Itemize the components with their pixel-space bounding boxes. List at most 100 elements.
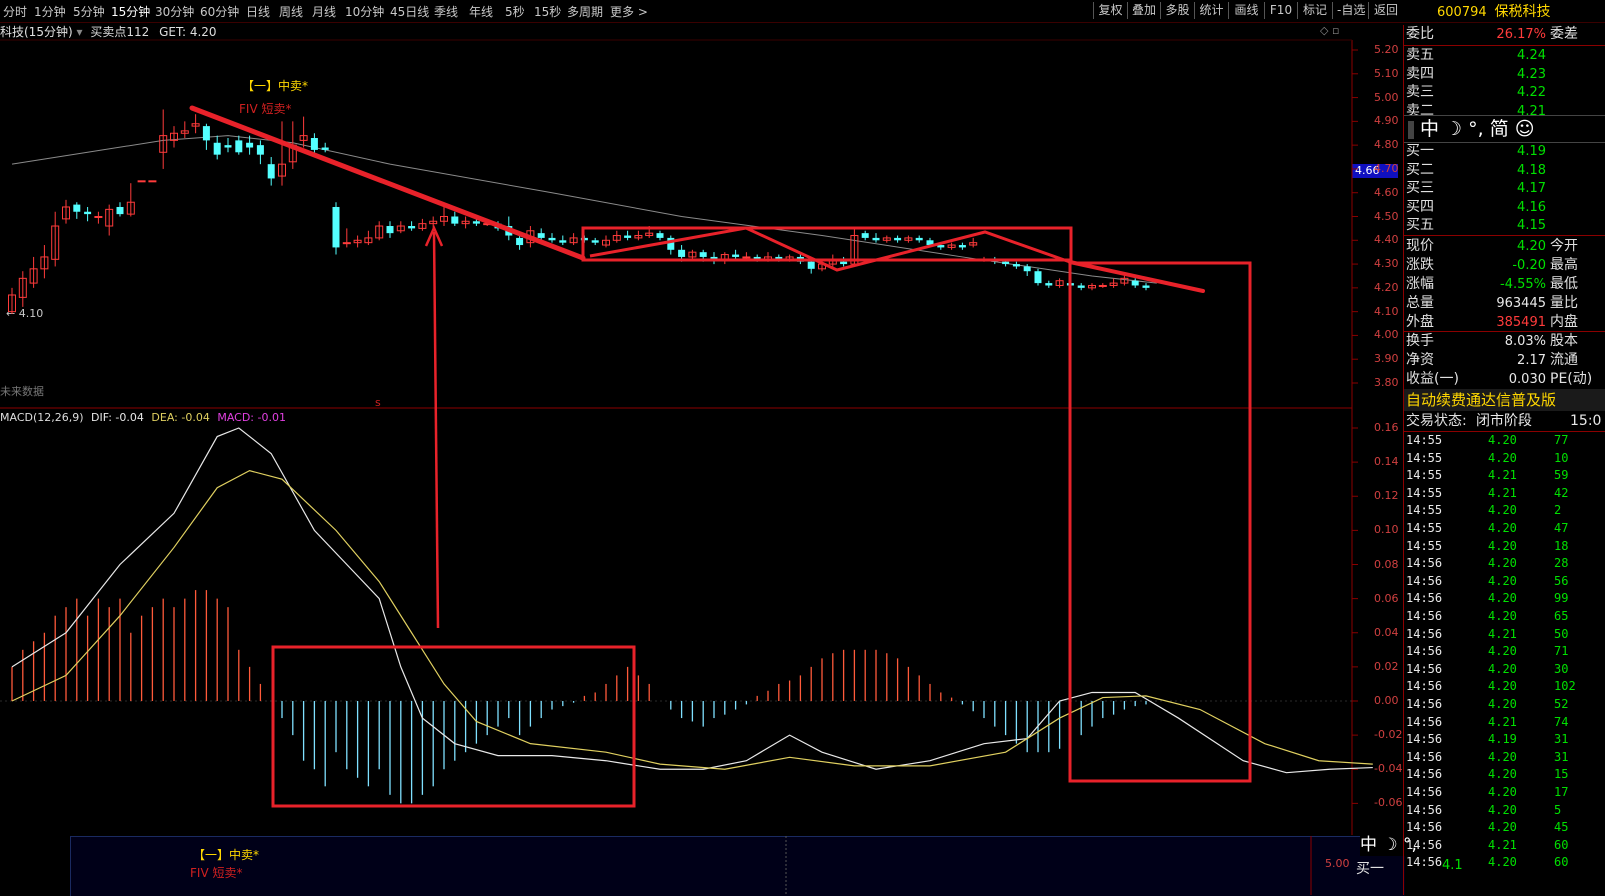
period-tab-8[interactable]: 月线	[312, 3, 336, 20]
candle-body	[105, 208, 114, 227]
tool-button-8[interactable]: 返回	[1368, 2, 1403, 19]
tick-time: 14:55	[1406, 503, 1443, 518]
period-tab-15[interactable]: 多周期	[567, 3, 603, 20]
tick-row: 14:56 4.20 65	[1404, 608, 1605, 626]
bottom-buy1-label: 买一	[1356, 861, 1384, 877]
macd-axis-label: 0.08	[1374, 557, 1399, 571]
period-tab-9[interactable]: 10分钟	[345, 3, 384, 20]
price-axis-label: 4.90	[1374, 114, 1399, 128]
period-tab-2[interactable]: 5分钟	[73, 3, 105, 20]
quote-label: 换手	[1406, 333, 1434, 349]
quote-value: 0.030	[1508, 372, 1546, 387]
period-tab-12[interactable]: 年线	[469, 3, 493, 20]
macd-axis-label: -0.04	[1374, 762, 1403, 776]
quote-label: 净资	[1406, 352, 1434, 368]
quote-row: 收益(一) 0.030 PE(动)	[1404, 370, 1605, 389]
tick-row: 14:56 4.20 71	[1404, 643, 1605, 661]
tick-row: 14:56 4.20 30	[1404, 661, 1605, 679]
candle-body	[591, 240, 599, 243]
period-tab-5[interactable]: 60分钟	[200, 3, 239, 20]
candle-body	[1045, 283, 1053, 286]
tick-row: 14:56 4.20 60	[1404, 854, 1605, 872]
weibi-label: 委比	[1406, 26, 1434, 42]
candle-body	[483, 223, 492, 226]
trade-status-value: 闭市阶段	[1476, 413, 1532, 429]
candle-body	[526, 230, 535, 244]
candle-body	[137, 180, 146, 183]
period-tab-16[interactable]: 更多 >	[610, 3, 648, 20]
buy-level-row[interactable]: 买三 4.17	[1404, 179, 1605, 198]
drag-handle-icon[interactable]	[1408, 120, 1414, 139]
bottom-signal: 【一】中卖*	[193, 848, 260, 862]
sell-level-row[interactable]: 卖四 4.23	[1404, 65, 1605, 84]
period-tab-13[interactable]: 5秒	[505, 3, 525, 20]
quote-label-2: 流通	[1550, 352, 1578, 368]
sell-level-row[interactable]: 卖五 4.24	[1404, 46, 1605, 65]
candle-body	[991, 259, 999, 262]
period-tab-14[interactable]: 15秒	[534, 3, 561, 20]
tool-button-3[interactable]: 统计	[1194, 2, 1228, 19]
period-tab-6[interactable]: 日线	[246, 3, 270, 20]
tick-time: 14:55	[1406, 468, 1443, 483]
tool-button-2[interactable]: 多股	[1160, 2, 1194, 19]
macd-value: MACD: -0.01	[217, 411, 286, 424]
tick-row: 14:56 4.20 15	[1404, 766, 1605, 784]
macd-dea: DEA: -0.04	[151, 411, 210, 424]
buy-level-row[interactable]: 买二 4.18	[1404, 161, 1605, 180]
kline-chart[interactable]	[0, 0, 1403, 895]
period-tab-7[interactable]: 周线	[279, 3, 303, 20]
period-tab-11[interactable]: 季线	[434, 3, 458, 20]
tick-volume: 71	[1554, 644, 1569, 659]
candle-body	[1131, 280, 1139, 286]
tick-volume: 60	[1554, 855, 1569, 870]
indicator-label: 买卖点112	[90, 25, 150, 39]
quote-row: 换手 8.03% 股本	[1404, 332, 1605, 351]
tool-button-0[interactable]: 复权	[1093, 2, 1127, 19]
candle-body	[191, 123, 200, 127]
dropdown-icon[interactable]: ▾	[76, 25, 82, 39]
tick-row: 14:56 4.21 60	[1404, 837, 1605, 855]
candle-body	[235, 140, 243, 153]
zigzag-annotation	[589, 226, 1071, 272]
diamond-icon[interactable]: ◇	[1320, 24, 1328, 37]
macd-axis-label: 0.00	[1374, 694, 1399, 707]
tick-row: 14:55 4.21 59	[1404, 467, 1605, 485]
candle-body	[353, 239, 362, 244]
tick-price: 4.20	[1488, 661, 1517, 676]
buy-level-row[interactable]: 买四 4.16	[1404, 198, 1605, 217]
tick-row: 14:56 4.20 5	[1404, 802, 1605, 820]
buy-level-row[interactable]: 买五 4.15	[1404, 216, 1605, 235]
tick-time: 14:56	[1406, 855, 1443, 870]
macd-axis-label: 0.02	[1374, 659, 1399, 673]
tick-price: 4.21	[1488, 468, 1517, 483]
period-tab-1[interactable]: 1分钟	[34, 3, 66, 20]
sell-level-row[interactable]: 卖三 4.22	[1404, 83, 1605, 102]
ime-toolbar[interactable]: 中 ☽ °, 简 ☺	[1404, 115, 1605, 143]
quote-label: 收益(一)	[1406, 371, 1459, 387]
candle-body	[364, 237, 373, 244]
future-data-label: 未来数据	[0, 385, 44, 398]
expand-icon[interactable]: ▫	[1332, 24, 1339, 37]
tool-button-5[interactable]: F10	[1264, 2, 1297, 19]
buy-level-row[interactable]: 买一 4.19	[1404, 142, 1605, 161]
tool-button-6[interactable]: 标记	[1297, 2, 1332, 19]
tool-button-1[interactable]: 叠加	[1127, 2, 1160, 19]
candle-body	[861, 233, 869, 238]
buy-level-label: 买三	[1406, 180, 1434, 196]
price-axis-label: 4.30	[1374, 257, 1399, 271]
price-axis-label: 5.00	[1374, 90, 1399, 104]
tick-volume: 59	[1554, 468, 1569, 483]
period-tab-10[interactable]: 45日线	[390, 3, 429, 20]
divider	[1404, 235, 1605, 236]
period-tab-0[interactable]: 分时	[3, 3, 27, 20]
quote-panel: 委比 26.17% 委差 卖五 4.24 卖四 4.23 卖三 4.22 卖二 4.21 中 …	[1403, 25, 1605, 895]
quote-row: 总量 963445 量比	[1404, 294, 1605, 313]
tool-button-7[interactable]: -自选	[1332, 2, 1368, 19]
period-tab-4[interactable]: 30分钟	[155, 3, 194, 20]
quote-row: 涨幅 -4.55% 最低	[1404, 275, 1605, 294]
candle-body	[246, 142, 254, 148]
promo-banner[interactable]: 自动续费通达信普及版	[1404, 389, 1605, 411]
period-tab-3[interactable]: 15分钟	[111, 3, 150, 20]
tool-button-4[interactable]: 画线	[1228, 2, 1264, 19]
chart-controls[interactable]: ◇ ▫	[1320, 24, 1339, 37]
